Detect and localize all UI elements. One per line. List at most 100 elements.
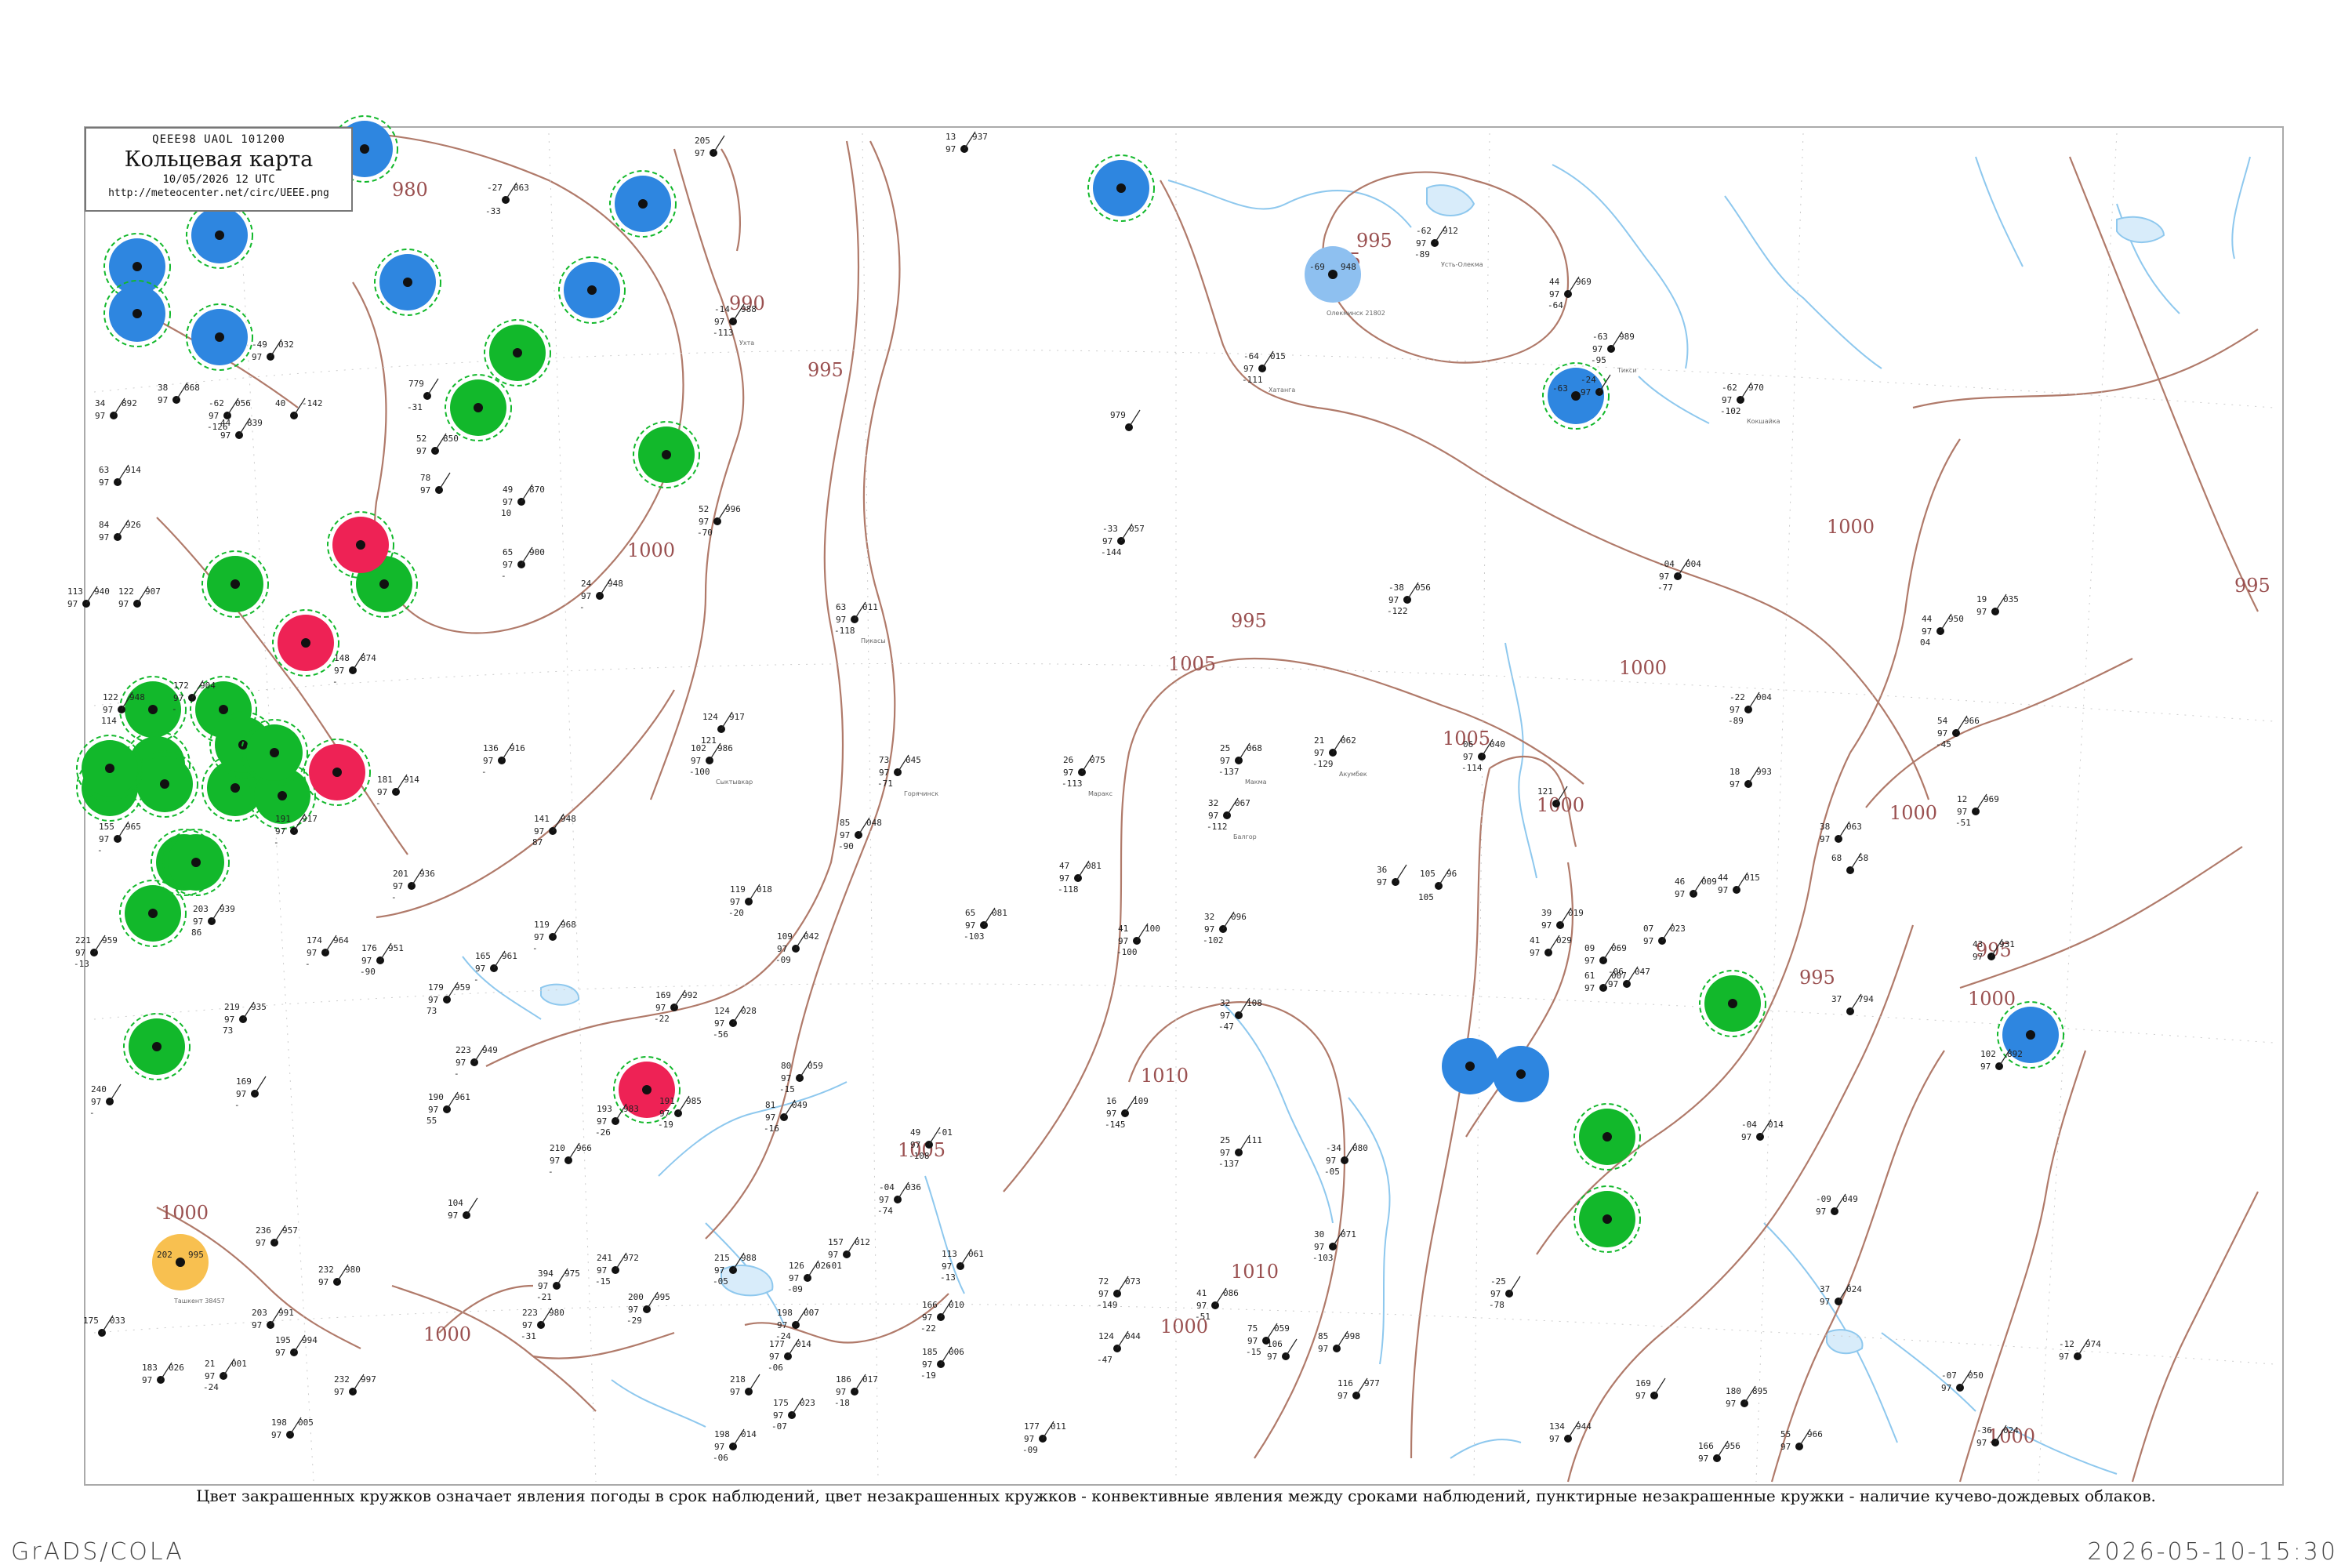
station-readout[interactable]: 223 97 949 - <box>454 1044 498 1079</box>
station-readout[interactable]: 7897 <box>420 472 451 495</box>
station-readout[interactable]: 19897007-24 <box>775 1307 819 1341</box>
station-marker-red[interactable] <box>303 739 371 806</box>
station-readout[interactable]: 18 97 993 <box>1730 766 1772 789</box>
station-readout[interactable]: 148 97 874 - <box>332 652 376 687</box>
station-marker-blue[interactable] <box>374 249 441 316</box>
station-readout[interactable]: -34 97 080 -05 <box>1324 1142 1368 1177</box>
station-readout[interactable]: 180 97 895 <box>1726 1385 1768 1409</box>
station-readout[interactable]: 32 97 096 -102 <box>1203 911 1247 946</box>
station-readout[interactable]: 157 97 012 -01 <box>826 1236 870 1271</box>
station-marker-green[interactable] <box>445 374 512 441</box>
station-readout[interactable]: 190 97 961 55 <box>426 1091 470 1126</box>
station-marker-green[interactable] <box>633 421 700 488</box>
station-readout[interactable]: 116 97 977 <box>1338 1377 1380 1401</box>
station-readout[interactable]: 174 97 964 - <box>305 935 349 969</box>
station-readout[interactable]: 10697 <box>1267 1338 1298 1362</box>
station-readout[interactable]: 183 97 026 <box>142 1362 184 1385</box>
station-marker-blue[interactable] <box>1493 1046 1549 1102</box>
station-readout[interactable]: 141 97 948 87 <box>532 813 576 848</box>
station-readout[interactable]: -04 97 036 -74 <box>877 1181 921 1216</box>
station-readout[interactable]: 175 033 <box>83 1315 125 1337</box>
station-readout[interactable]: 203 97 991 <box>252 1307 294 1330</box>
station-readout[interactable]: 181 97 914 - <box>376 774 419 808</box>
station-readout[interactable]: 232 97 997 <box>334 1374 376 1397</box>
station-readout[interactable]: 32 97 067 -112 Балгор <box>1207 797 1257 840</box>
station-readout[interactable]: 52 97 850 <box>416 433 459 456</box>
map-source-url[interactable]: http://meteocenter.net/circ/UEEE.png <box>86 187 351 199</box>
station-readout[interactable]: 41 97 100 -100 <box>1116 923 1160 957</box>
station-readout[interactable]: -49 97 032 <box>252 339 294 362</box>
station-readout[interactable]: 80 97 059 -15 <box>779 1060 823 1094</box>
station-readout[interactable]: 65 97 900 - <box>501 546 545 581</box>
station-readout[interactable]: 232 97 980 <box>318 1264 361 1287</box>
station-readout[interactable]: 198 97 005 <box>271 1417 314 1440</box>
station-marker-blue[interactable] <box>609 170 677 238</box>
station-marker-light_blue[interactable]: -69 948 Олекминск 21802 <box>1305 246 1385 317</box>
station-readout[interactable]: 44 97 950 04 <box>1920 613 1964 648</box>
station-readout[interactable]: 46 97 009 <box>1675 876 1717 899</box>
station-readout[interactable]: 44 97 969 -64 <box>1548 276 1592 310</box>
station-readout[interactable]: -09 97 049 <box>1816 1193 1858 1217</box>
station-readout[interactable]: 113 97 061 -13 <box>940 1248 984 1283</box>
station-readout[interactable]: 73 97 045 -71 Горячинск <box>877 754 938 797</box>
station-readout[interactable]: 38 97 868 <box>158 382 200 405</box>
station-readout[interactable]: 200 97 995 -29 <box>626 1291 670 1326</box>
station-readout[interactable]: 201 97 936 - <box>391 868 435 902</box>
station-readout[interactable]: 85 97 998 <box>1318 1330 1360 1354</box>
station-readout[interactable]: 39 97 019 <box>1541 907 1584 931</box>
station-readout[interactable]: 175 97 023 -07 <box>771 1397 815 1432</box>
station-readout[interactable]: 40 -142 <box>275 397 323 419</box>
station-readout[interactable]: 54 97 966 -45 <box>1936 715 1980 750</box>
station-marker-green[interactable] <box>484 319 551 387</box>
station-marker-blue[interactable] <box>1442 1038 1498 1094</box>
station-readout[interactable]: 25 97 068 -137 Макма <box>1218 742 1267 786</box>
station-readout[interactable]: 779 -31 <box>407 378 439 412</box>
station-readout[interactable]: 3697 <box>1377 864 1407 887</box>
station-readout[interactable]: 195 97 994 <box>275 1334 318 1358</box>
station-readout[interactable]: -62 97 912 -89 Усть-Олекма <box>1414 225 1483 268</box>
station-readout[interactable]: 32 97 108 -47 <box>1218 997 1262 1032</box>
station-readout[interactable]: 165 97 961 - <box>474 950 517 985</box>
station-readout[interactable]: -38 97 056 -122 <box>1387 582 1431 616</box>
station-readout[interactable]: 07 97 023 <box>1643 923 1686 946</box>
station-readout[interactable]: -25 97-78 <box>1489 1276 1521 1310</box>
station-readout[interactable]: 37 97 024 <box>1820 1283 1862 1307</box>
station-readout[interactable]: 203 97 939 86 <box>191 903 235 938</box>
station-marker-green[interactable] <box>123 1013 191 1080</box>
station-readout[interactable]: 49 97 870 10 <box>501 484 545 518</box>
station-readout[interactable]: -12 97 974 <box>2059 1338 2101 1362</box>
station-marker-blue[interactable] <box>186 303 253 371</box>
station-readout[interactable]: 10497 <box>448 1197 478 1221</box>
station-readout[interactable]: 41 97 029 <box>1530 935 1572 958</box>
station-readout[interactable]: 124 97 028 -56 <box>713 1005 757 1040</box>
station-marker-red[interactable] <box>272 609 339 677</box>
station-readout[interactable]: 24 97 948 - <box>579 578 623 612</box>
station-readout[interactable]: -07 97 050 <box>1941 1370 1984 1393</box>
station-readout[interactable]: 119 97 968 - <box>532 919 576 953</box>
station-readout[interactable]: 124 044 -47 <box>1097 1330 1141 1365</box>
station-readout[interactable]: 223 97 980 -31 <box>521 1307 564 1341</box>
station-readout[interactable]: 210 97 966 - <box>548 1142 592 1177</box>
station-readout[interactable]: 16 97 109 -145 <box>1105 1095 1149 1130</box>
station-readout[interactable]: -62 97 970 -102 Кокшайка <box>1720 382 1780 425</box>
station-readout[interactable]: 166 97 956 <box>1698 1440 1740 1464</box>
station-readout[interactable]: 68 58 <box>1831 852 1868 874</box>
station-readout[interactable]: 10297986-100Сыктывкар <box>689 742 753 786</box>
station-marker-blue[interactable] <box>103 280 171 347</box>
station-marker-green[interactable] <box>119 880 187 947</box>
station-readout[interactable]: 34 97 892 <box>95 397 137 421</box>
station-readout[interactable]: 240 97- <box>89 1083 122 1118</box>
station-marker-blue[interactable]: -63 <box>1542 362 1610 430</box>
station-readout[interactable]: 169 97- <box>234 1076 267 1110</box>
station-readout[interactable]: 47 97 081 -118 <box>1058 860 1102 895</box>
station-readout[interactable]: 21897 <box>730 1374 760 1397</box>
station-readout[interactable]: 113 97 940 <box>67 586 110 609</box>
station-readout[interactable]: 155 97 965 - <box>97 821 141 855</box>
station-marker-green[interactable] <box>1573 1103 1641 1171</box>
station-readout[interactable]: 979 <box>1110 409 1141 431</box>
station-readout[interactable]: 41 97 086 -51 <box>1195 1287 1239 1322</box>
station-readout[interactable]: 221 97 959 -13 <box>74 935 118 969</box>
station-marker-blue[interactable] <box>558 256 626 324</box>
station-readout[interactable]: 179 97 959 73 <box>426 982 470 1016</box>
station-readout[interactable]: -27 863 -33 <box>485 182 529 216</box>
